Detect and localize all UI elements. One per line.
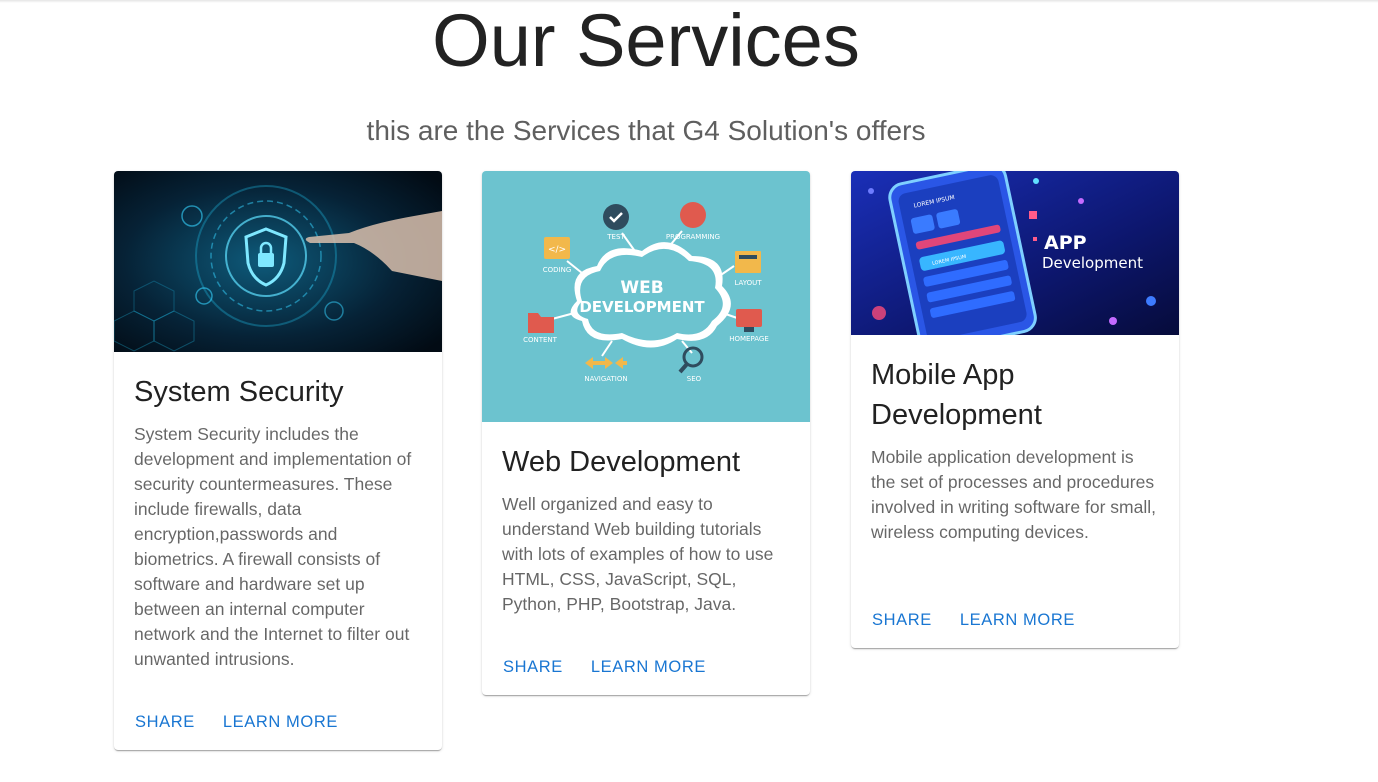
share-button[interactable]: SHARE	[495, 652, 571, 683]
page-title: Our Services	[432, 0, 860, 82]
security-image	[114, 171, 442, 352]
web-development-image: WEB DEVELOPMENT TEST PROGRAMMING </> COD…	[482, 171, 810, 422]
learn-more-button[interactable]: LEARN MORE	[583, 652, 714, 683]
service-card-system-security: System Security System Security includes…	[114, 171, 442, 750]
card-description: Mobile application development is the se…	[871, 447, 1156, 542]
label-programming: PROGRAMMING	[666, 233, 720, 241]
card-title: Web Development	[502, 446, 741, 478]
card-description: System Security includes the development…	[134, 424, 412, 669]
share-button[interactable]: SHARE	[864, 605, 940, 636]
svg-text:</>: </>	[548, 245, 566, 255]
card-actions: SHARE LEARN MORE	[114, 694, 442, 750]
card-actions: SHARE LEARN MORE	[851, 592, 1179, 648]
learn-more-button[interactable]: LEARN MORE	[952, 605, 1083, 636]
image-label-app: APP	[1044, 232, 1087, 254]
image-label-development: Development	[1042, 254, 1143, 272]
cloud-label-web: WEB	[620, 278, 663, 298]
share-button[interactable]: SHARE	[127, 707, 203, 738]
label-layout: LAYOUT	[734, 279, 762, 287]
label-test: TEST	[606, 233, 625, 241]
cloud-label-development: DEVELOPMENT	[579, 298, 705, 316]
label-seo: SEO	[687, 375, 702, 383]
label-content: CONTENT	[523, 336, 558, 344]
learn-more-button[interactable]: LEARN MORE	[215, 707, 346, 738]
page-subtitle: this are the Services that G4 Solution's…	[366, 115, 926, 146]
card-title: System Security	[134, 376, 344, 408]
label-homepage: HOMEPAGE	[729, 335, 769, 343]
card-title: Mobile App Development	[871, 359, 1042, 431]
card-actions: SHARE LEARN MORE	[482, 639, 810, 695]
service-card-web-development: WEB DEVELOPMENT TEST PROGRAMMING </> COD…	[482, 171, 810, 695]
label-navigation: NAVIGATION	[584, 375, 627, 383]
mobile-app-image: LOREM IPSUM LOREM IPSUM APP Development	[851, 171, 1179, 335]
service-card-mobile-app: LOREM IPSUM LOREM IPSUM APP Development …	[851, 171, 1179, 648]
card-description: Well organized and easy to understand We…	[502, 494, 774, 614]
label-coding: CODING	[543, 266, 572, 274]
